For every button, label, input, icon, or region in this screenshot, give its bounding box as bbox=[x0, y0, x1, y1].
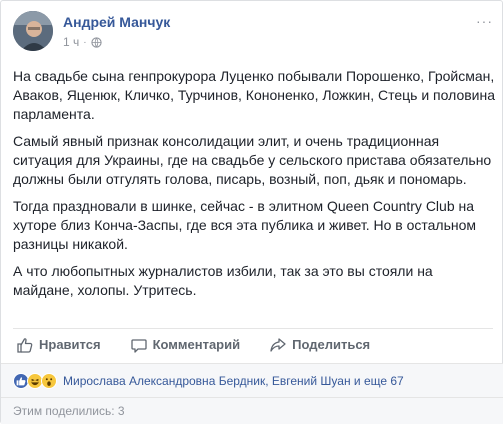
reaction-likers[interactable]: Мирослава Александровна Бердник, Евгений… bbox=[63, 374, 404, 388]
post-options-menu-icon[interactable]: ··· bbox=[476, 13, 493, 29]
post-card: Андрей Манчук 1 ч · ··· На свадьбе сына … bbox=[0, 0, 503, 424]
reactions-summary[interactable]: Мирослава Александровна Бердник, Евгений… bbox=[1, 363, 503, 397]
post-paragraph: А что любопытных журналистов избили, так… bbox=[13, 263, 433, 298]
like-button[interactable]: Нравится bbox=[13, 337, 101, 353]
wow-reaction-icon bbox=[41, 372, 57, 389]
avatar[interactable] bbox=[13, 11, 53, 51]
post-text: На свадьбе сына генпрокурора Луценко поб… bbox=[13, 67, 495, 308]
post-header: Андрей Манчук 1 ч · ··· bbox=[13, 11, 492, 55]
like-label: Нравится bbox=[39, 337, 101, 352]
comment-button[interactable]: Комментарий bbox=[127, 337, 241, 353]
post-time[interactable]: 1 ч bbox=[63, 35, 79, 49]
avatar-image bbox=[13, 11, 53, 51]
post-paragraph: Тогда праздновали в шинке, сейчас - в эл… bbox=[13, 198, 477, 252]
author-name[interactable]: Андрей Манчук bbox=[63, 14, 170, 30]
share-button[interactable]: Поделиться bbox=[266, 337, 370, 353]
thumbs-up-icon bbox=[17, 337, 33, 353]
comment-icon bbox=[130, 338, 147, 353]
post-paragraph: На свадьбе сына генпрокурора Луценко поб… bbox=[13, 68, 496, 122]
shares-count[interactable]: Этим поделились: 3 bbox=[1, 397, 503, 424]
reaction-icons bbox=[13, 372, 57, 389]
globe-icon[interactable] bbox=[90, 36, 102, 48]
post-meta: 1 ч · bbox=[63, 35, 102, 49]
post-paragraph: Самый явный признак консолидации элит, и… bbox=[13, 133, 492, 187]
share-label: Поделиться bbox=[292, 337, 371, 352]
post-actions-bar: Нравится Комментарий Поделиться bbox=[13, 328, 493, 360]
share-icon bbox=[270, 337, 286, 352]
meta-separator: · bbox=[83, 36, 87, 48]
comment-label: Комментарий bbox=[152, 337, 241, 352]
